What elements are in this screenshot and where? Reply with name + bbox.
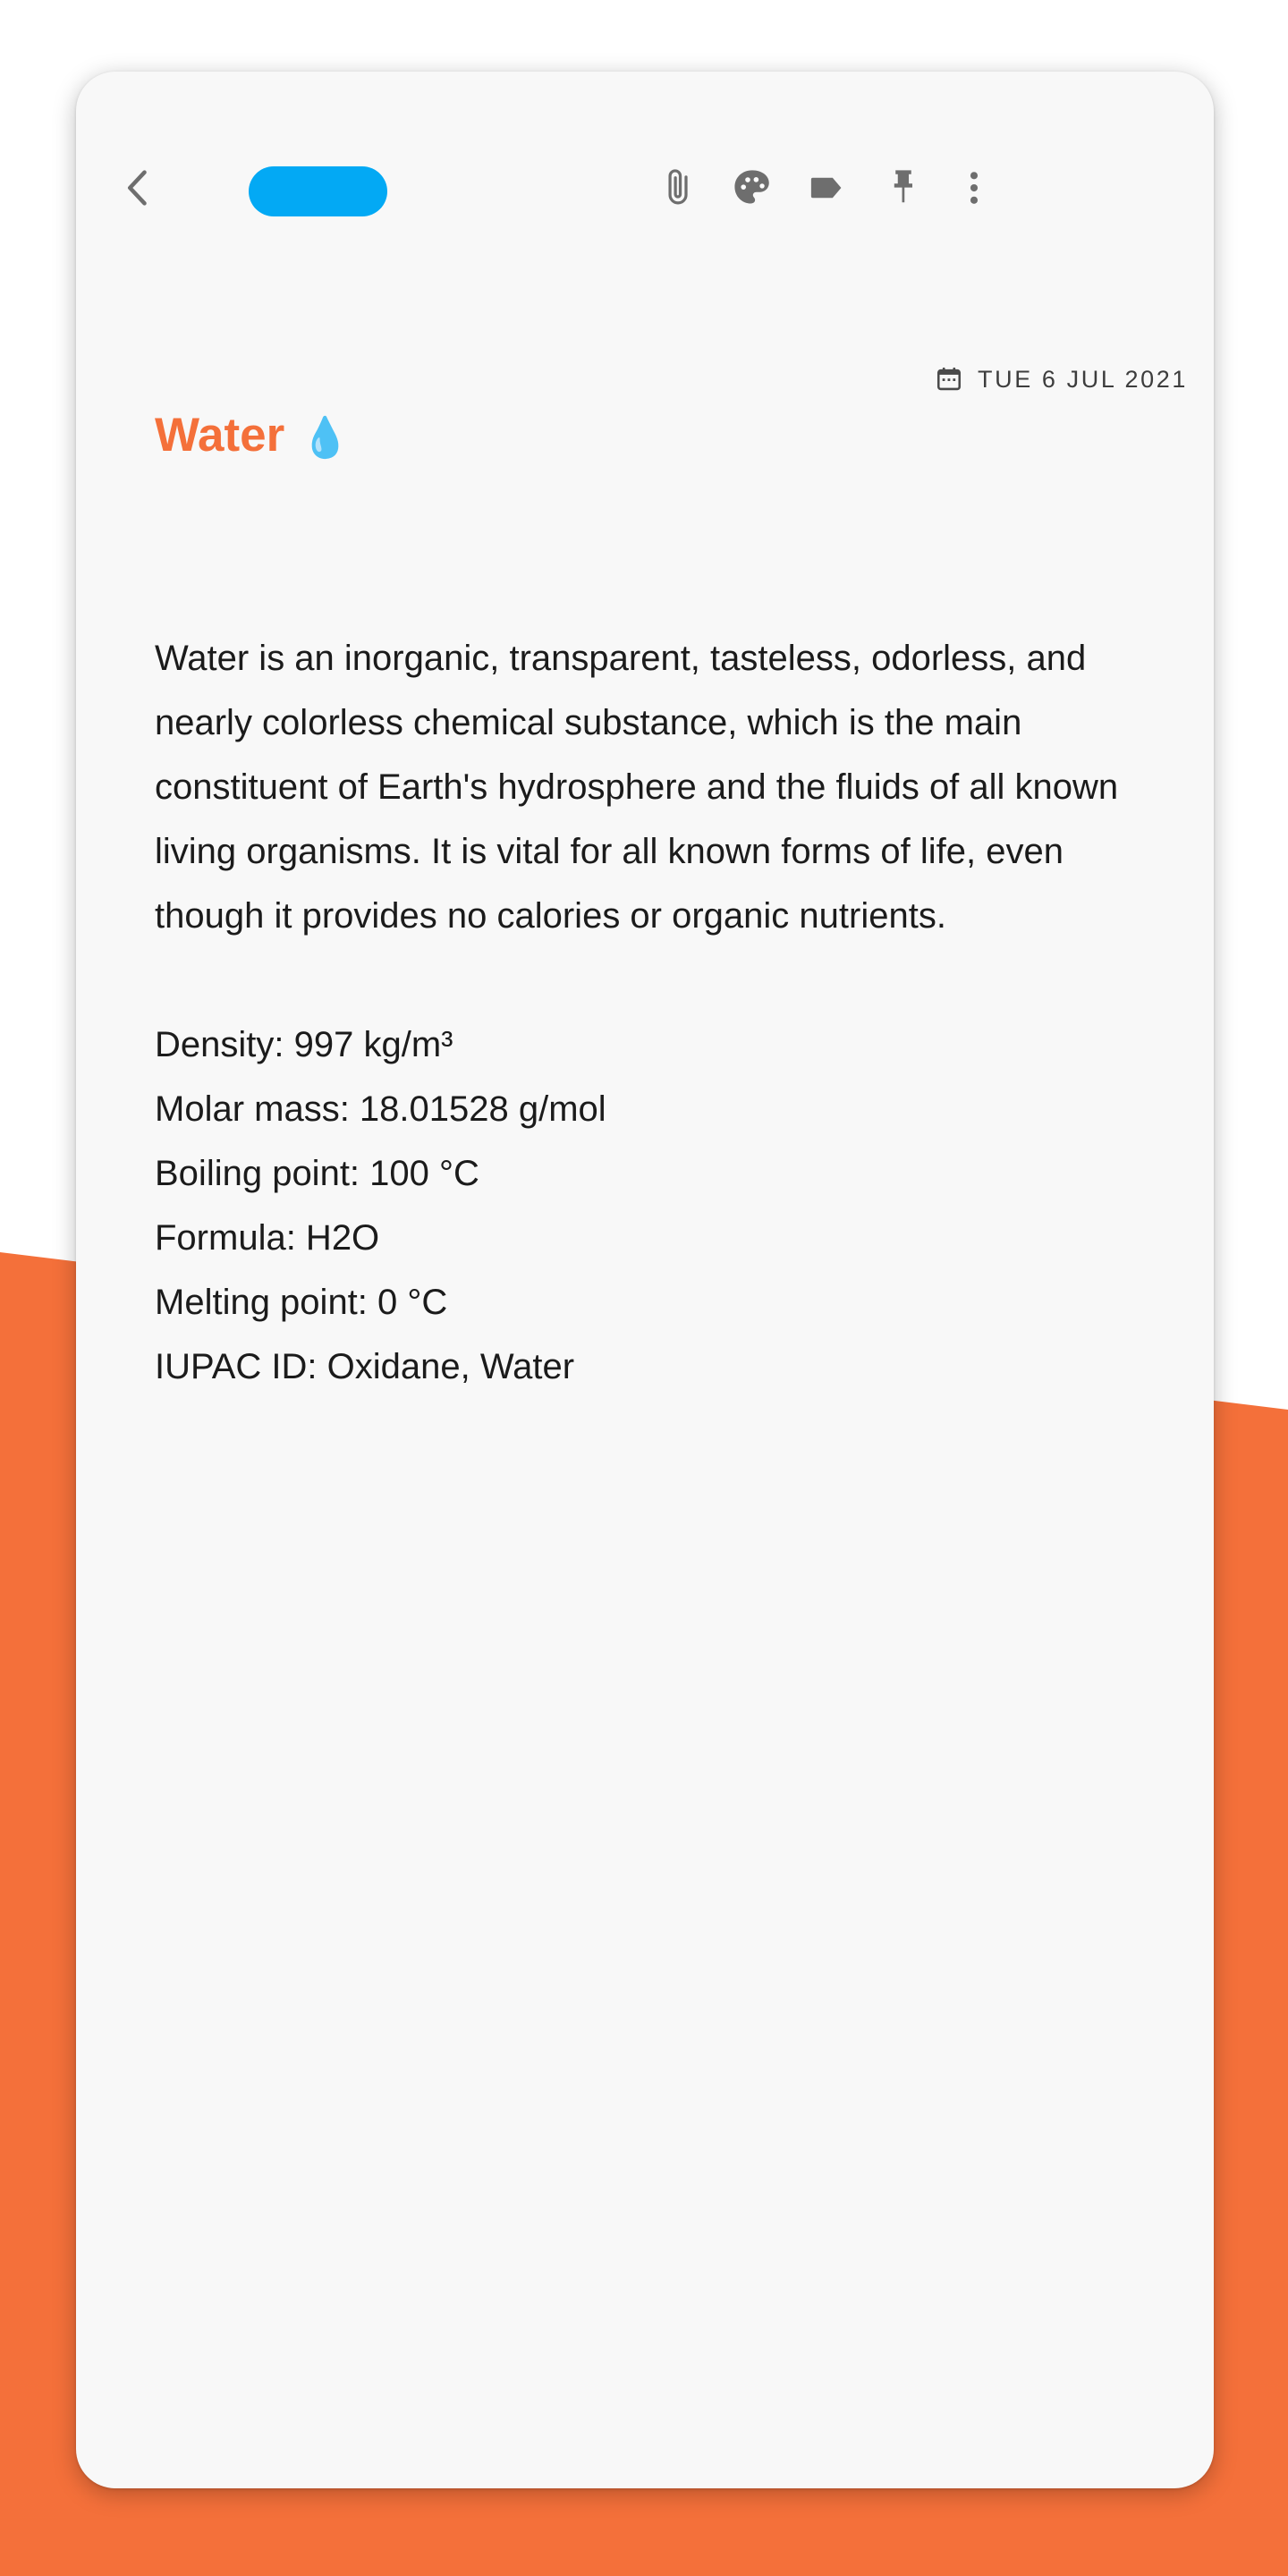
note-property: Formula: H2O (155, 1218, 380, 1258)
tag-button[interactable] (784, 145, 870, 231)
note-property: Melting point: 0 °C (155, 1283, 448, 1322)
app-root: TUE 6 JUL 2021 Water 💧 Water is an inorg… (0, 0, 1288, 2576)
tag-icon (810, 177, 842, 199)
note-card: TUE 6 JUL 2021 Water 💧 Water is an inorg… (76, 72, 1214, 2488)
note-toolbar (76, 145, 1214, 234)
note-body[interactable]: Water is an inorganic, transparent, tast… (155, 626, 1157, 1399)
note-property: Boiling point: 100 °C (155, 1154, 479, 1193)
note-color-pill[interactable] (249, 166, 387, 216)
palette-icon (734, 170, 769, 204)
note-title-row[interactable]: Water 💧 (155, 409, 351, 462)
note-properties-list: Density: 997 kg/m³ Molar mass: 18.01528 … (155, 1013, 1157, 1399)
note-date-text: TUE 6 JUL 2021 (978, 365, 1188, 393)
back-button[interactable] (96, 145, 182, 231)
chevron-left-icon (127, 170, 147, 206)
overflow-button[interactable] (931, 145, 1017, 231)
more-vertical-icon (970, 172, 979, 204)
note-title: Water (155, 409, 285, 462)
note-paragraph: Water is an inorganic, transparent, tast… (155, 639, 1129, 936)
note-date-row[interactable]: TUE 6 JUL 2021 (935, 365, 1188, 394)
paperclip-icon (668, 169, 688, 205)
attach-button[interactable] (634, 145, 720, 231)
calendar-icon (937, 367, 962, 391)
note-property: Molar mass: 18.01528 g/mol (155, 1089, 606, 1129)
water-drop-icon: 💧 (301, 416, 351, 460)
note-property: IUPAC ID: Oxidane, Water (155, 1347, 575, 1386)
palette-button[interactable] (709, 145, 795, 231)
pin-icon (894, 170, 912, 203)
note-property: Density: 997 kg/m³ (155, 1025, 453, 1064)
